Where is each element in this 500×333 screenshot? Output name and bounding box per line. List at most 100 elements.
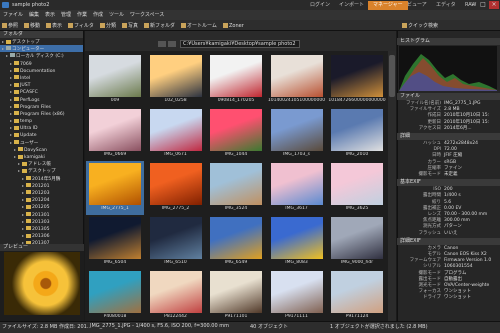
thumbnail-label: 102_0258: [164, 98, 187, 103]
quick-search-button[interactable]: クイック検索: [402, 22, 438, 30]
thumbnail-item[interactable]: IMG_0669: [86, 107, 144, 161]
tree-item[interactable]: ▸ 201205: [0, 203, 83, 210]
thumbnail-item[interactable]: IMG_8083: [268, 215, 326, 269]
tree-item[interactable]: ▸ PCASFC: [0, 88, 83, 95]
thumbnail-item[interactable]: IMG_3617: [268, 161, 326, 215]
tree-item[interactable]: ▸ DavyScan: [0, 146, 83, 153]
thumbnail-item[interactable]: IMG_3524: [207, 161, 265, 215]
menu-item-6[interactable]: ツール: [109, 11, 124, 18]
tree-item[interactable]: ▸ 201204: [0, 196, 83, 203]
toolbar-button-4[interactable]: 分類: [100, 22, 116, 30]
tree-item[interactable]: ▸ デスクトップ: [0, 167, 83, 174]
thumbnail-item[interactable]: IMG_2010: [328, 107, 386, 161]
tree-item[interactable]: ▸ temp: [0, 117, 83, 124]
toolbar-button-3[interactable]: フィルタ: [68, 22, 94, 30]
tree-item[interactable]: ▸ 201203: [0, 189, 83, 196]
thumbnail-item[interactable]: IMG_6549: [207, 215, 265, 269]
tree-item[interactable]: ▸ アドレス帳: [0, 160, 83, 167]
tree-item[interactable]: ▸ コンピューター: [0, 45, 83, 53]
thumbnail-item[interactable]: P9171101: [207, 269, 265, 323]
folder-tree: ▸ デスクトップ ▸ コンピューター ▸ ローカル ディスク (C:) ▸ 7069 ▸ Docu…: [0, 38, 83, 244]
thumbnail-item[interactable]: 090814_170205: [207, 53, 265, 107]
tree-item[interactable]: ▸ Intel: [0, 74, 83, 81]
folder-icon: [14, 89, 19, 94]
menu-item-0[interactable]: ファイル: [3, 11, 23, 18]
info-section-title[interactable]: 詳細: [397, 133, 500, 140]
thumbnail-item[interactable]: IMG_1703_s: [268, 107, 326, 161]
scrollbar-thumb[interactable]: [389, 55, 395, 97]
thumbnail-item[interactable]: IMG_2775_1: [86, 161, 144, 215]
thumbnail-item[interactable]: P9171124: [328, 269, 386, 323]
toolbar-icon-1: [24, 23, 29, 28]
info-row: シリアル 1060301554: [397, 264, 500, 270]
tree-item[interactable]: ▸ 201201: [0, 182, 83, 189]
menu-item-1[interactable]: 編集: [29, 11, 39, 18]
tree-item[interactable]: ▸ Documentation: [0, 67, 83, 74]
folder-icon: [14, 104, 19, 109]
tree-item[interactable]: ▸ ユーザー: [0, 139, 83, 146]
thumbnail-item[interactable]: P9171111: [268, 269, 326, 323]
minimize-button[interactable]: –: [468, 1, 478, 9]
tree-item[interactable]: ▸ PerfLogs: [0, 96, 83, 103]
back-icon[interactable]: [158, 41, 166, 47]
info-key: 測光方式: [423, 224, 441, 230]
thumbnail-item[interactable]: IMG_6510: [147, 215, 205, 269]
toolbar-button-1[interactable]: 移動: [24, 22, 40, 30]
toolbar-icon-0: [2, 23, 7, 28]
mode-tab-1[interactable]: インポート: [334, 1, 369, 10]
path-field[interactable]: C:¥Users¥kamigaki¥Desktop¥sample photo2: [180, 40, 300, 48]
thumbnail-item[interactable]: IMG_3625: [328, 161, 386, 215]
info-section-title[interactable]: 基本EXIF: [397, 179, 500, 187]
tree-item[interactable]: ▸ 7069: [0, 60, 83, 67]
thumbnail-item[interactable]: P4080018: [86, 269, 144, 323]
menu-item-4[interactable]: 作業: [77, 11, 87, 18]
info-row: 絞り 5.6: [397, 200, 500, 206]
thumbnail-item[interactable]: IMG_6504: [86, 215, 144, 269]
tree-item[interactable]: ▸ kamigaki: [0, 153, 83, 160]
tree-item[interactable]: ▸ 201305: [0, 225, 83, 232]
tree-item[interactable]: ▸ 201306: [0, 232, 83, 239]
tree-item[interactable]: ▸ ローカル ディスク (C:): [0, 52, 83, 59]
mode-tab-0[interactable]: ログイン: [305, 1, 335, 10]
thumbnail-item[interactable]: 102_0258: [147, 53, 205, 107]
tree-item[interactable]: ▸ デスクトップ: [0, 38, 83, 45]
maximize-button[interactable]: □: [478, 1, 488, 9]
close-button[interactable]: ×: [489, 1, 499, 9]
info-section-title[interactable]: ファイル: [397, 93, 500, 100]
info-value: 未定義: [444, 172, 458, 177]
thumbnail-grid: 009 102_0258 090814_170205 1014002410510000…: [85, 51, 388, 321]
grid-scrollbar[interactable]: [388, 51, 396, 321]
thumbnail-item[interactable]: IMG_1044: [207, 107, 265, 161]
thumbnail-item[interactable]: P8122442: [147, 269, 205, 323]
mode-tab-4[interactable]: エディタ: [431, 1, 461, 10]
tree-item[interactable]: ▸ 201301: [0, 211, 83, 218]
tree-item[interactable]: ▸ Program Files (x86): [0, 110, 83, 117]
menu-item-5[interactable]: 作成: [93, 11, 103, 18]
thumbnail-item[interactable]: 009: [86, 53, 144, 107]
info-section-title[interactable]: 詳細EXIF: [397, 237, 500, 245]
toolbar-button-7[interactable]: オートルーム: [181, 22, 217, 30]
toolbar-button-8[interactable]: Zoner: [223, 22, 244, 30]
tree-item[interactable]: ▸ Update: [0, 131, 83, 138]
tree-item[interactable]: ▸ 2014年5月鶴: [0, 175, 83, 182]
thumbnail-item[interactable]: 10184726600000000000: [328, 53, 386, 107]
forward-icon[interactable]: [168, 41, 176, 47]
folder-icon: [18, 147, 23, 152]
toolbar-button-2[interactable]: 表示: [46, 22, 62, 30]
toolbar-button-5[interactable]: 写真: [122, 22, 138, 30]
tree-item[interactable]: ▸ Ultra ID: [0, 124, 83, 131]
tree-item[interactable]: ▸ JUST: [0, 81, 83, 88]
menu-item-2[interactable]: 表示: [45, 11, 55, 18]
tree-item[interactable]: ▸ Program Files: [0, 103, 83, 110]
thumbnail-item[interactable]: IMG_9000_hdr: [328, 215, 386, 269]
thumbnail-item[interactable]: 10140024105100000000: [268, 53, 326, 107]
thumbnail-item[interactable]: IMG_0671: [147, 107, 205, 161]
thumbnail-item[interactable]: IMG_2775_2: [147, 161, 205, 215]
toolbar-button-6[interactable]: 新フォルダ: [144, 22, 175, 30]
toolbar-label: 参照: [8, 23, 19, 29]
toolbar-button-0[interactable]: 参照: [2, 22, 18, 30]
menu-item-3[interactable]: 管理: [61, 11, 71, 18]
menu-item-7[interactable]: ワークスペース: [130, 11, 164, 18]
tree-item[interactable]: ▸ 201303: [0, 218, 83, 225]
mode-tab-3[interactable]: ビューア: [402, 1, 432, 10]
